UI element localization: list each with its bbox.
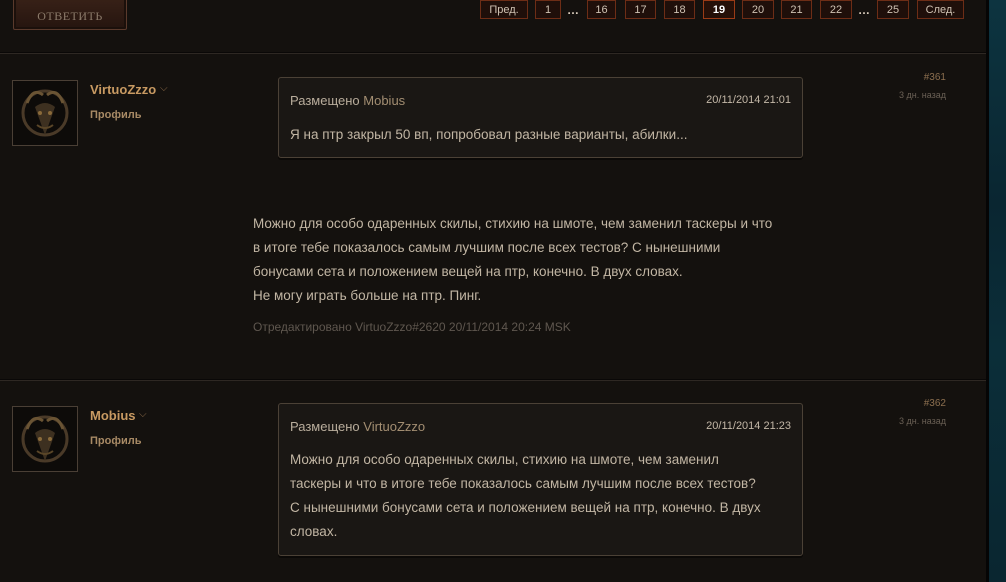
post-body-line: Можно для особо одаренных скилы, стихию … bbox=[253, 216, 773, 231]
post-number-link[interactable]: #361 bbox=[924, 72, 946, 83]
prev-page-button[interactable]: Пред. bbox=[480, 0, 528, 19]
quote-header: Размещено VirtuoZzzo bbox=[290, 419, 425, 434]
page-side-background bbox=[986, 0, 1006, 582]
page-link-1[interactable]: 1 bbox=[535, 0, 561, 19]
quote-header: Размещено Mobius bbox=[290, 93, 405, 108]
next-page-button[interactable]: След. bbox=[917, 0, 964, 19]
page-current-19[interactable]: 19 bbox=[703, 0, 735, 19]
profile-link[interactable]: Профиль bbox=[90, 109, 141, 121]
page-link-17[interactable]: 17 bbox=[625, 0, 656, 19]
chevron-down-icon[interactable]: ⌵ bbox=[139, 409, 147, 420]
page-link-16[interactable]: 16 bbox=[587, 0, 616, 19]
pagination-ellipsis: … bbox=[858, 2, 870, 17]
edited-note: Отредактировано VirtuoZzzo#2620 20/11/20… bbox=[253, 320, 571, 334]
quote-line: С нынешними бонусами сета и положением в… bbox=[290, 500, 761, 515]
post-body-line: Не могу играть больше на птр. Пинг. bbox=[253, 288, 482, 303]
avatar[interactable] bbox=[12, 80, 78, 146]
page-link-25[interactable]: 25 bbox=[877, 0, 909, 19]
reply-button[interactable]: ОТВЕТИТЬ bbox=[13, 0, 127, 30]
quote-text: Я на птр закрыл 50 вп, попробовал разные… bbox=[290, 127, 688, 142]
quote-line: таскеры и что в итоге тебе показалось са… bbox=[290, 476, 756, 491]
post-time-ago: 3 дн. назад bbox=[899, 416, 946, 426]
post-time-ago: 3 дн. назад bbox=[899, 90, 946, 100]
post-body-line: в итоге тебе показалось самым лучшим пос… bbox=[253, 240, 721, 255]
profile-link[interactable]: Профиль bbox=[90, 435, 141, 447]
quote-author-link[interactable]: VirtuoZzzo bbox=[363, 419, 425, 434]
quote-prefix: Размещено bbox=[290, 93, 360, 108]
quote-prefix: Размещено bbox=[290, 419, 360, 434]
quote-block: Размещено Mobius 20/11/2014 21:01 Я на п… bbox=[278, 77, 803, 158]
quote-block: Размещено VirtuoZzzo 20/11/2014 21:23 Мо… bbox=[278, 403, 803, 556]
quote-line: словах. bbox=[290, 524, 338, 539]
post-number-link[interactable]: #362 bbox=[924, 398, 946, 409]
post-body-line: бонусами сета и положением вещей на птр,… bbox=[253, 264, 683, 279]
quote-text: Можно для особо одаренных скилы, стихию … bbox=[290, 448, 790, 544]
chevron-down-icon[interactable]: ⌵ bbox=[160, 83, 168, 94]
avatar[interactable] bbox=[12, 406, 78, 472]
pagination-ellipsis: … bbox=[567, 2, 579, 17]
page-link-21[interactable]: 21 bbox=[781, 0, 812, 19]
quote-author-link[interactable]: Mobius bbox=[363, 93, 405, 108]
page-link-22[interactable]: 22 bbox=[820, 0, 852, 19]
divider bbox=[0, 53, 986, 54]
username[interactable]: Mobius bbox=[90, 408, 136, 423]
page-link-20[interactable]: 20 bbox=[742, 0, 774, 19]
username[interactable]: VirtuoZzzo bbox=[90, 82, 156, 97]
quote-date: 20/11/2014 21:01 bbox=[706, 94, 791, 106]
page-link-18[interactable]: 18 bbox=[664, 0, 695, 19]
post-body: Можно для особо одаренных скилы, стихию … bbox=[253, 212, 813, 308]
divider bbox=[0, 380, 986, 381]
quote-date: 20/11/2014 21:23 bbox=[706, 420, 791, 432]
forum-thread: ОТВЕТИТЬ Пред. 1 … 16 17 18 19 20 21 22 … bbox=[0, 0, 986, 582]
quote-line: Можно для особо одаренных скилы, стихию … bbox=[290, 452, 719, 467]
